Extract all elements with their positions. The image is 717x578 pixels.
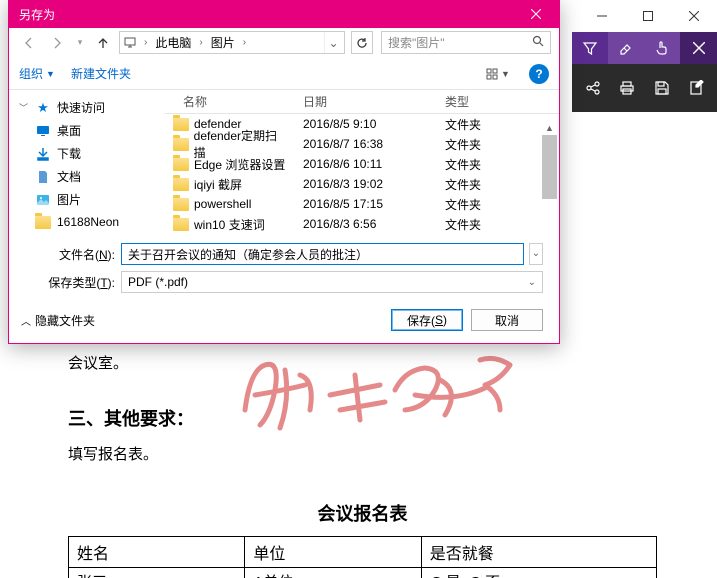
chevron-right-icon: › (195, 37, 206, 48)
chevron-down-icon: ﹀ (19, 101, 29, 114)
chevron-up-icon: ︿ (21, 313, 31, 328)
folder-icon (173, 198, 189, 211)
cell-name: 张三 (69, 568, 245, 578)
nav-history-button[interactable]: ▾ (73, 31, 87, 55)
print-icon[interactable] (610, 64, 644, 112)
save-icon[interactable] (645, 64, 679, 112)
column-header-name[interactable]: 名称 (165, 93, 295, 110)
picture-icon (35, 192, 51, 208)
breadcrumb-item[interactable]: 此电脑 (153, 34, 193, 51)
nav-tree: ﹀ ★ 快速访问 桌面 下载 文档 (9, 90, 165, 235)
search-input[interactable]: 搜索"图片" (381, 31, 551, 54)
cell-dine: 是 否 (421, 568, 656, 578)
doc-text: 会议室。 (68, 352, 657, 373)
download-icon (35, 146, 51, 162)
panel-close-button[interactable] (680, 32, 717, 64)
refresh-button[interactable] (351, 31, 373, 54)
file-row[interactable]: win10 支速词2016/8/3 6:56文件夹 (165, 214, 559, 234)
chevron-right-icon: › (239, 37, 250, 48)
nav-back-button[interactable] (17, 31, 41, 55)
breadcrumb-dropdown[interactable]: ⌄ (324, 32, 342, 53)
desktop-icon (35, 123, 51, 139)
folder-icon (173, 218, 189, 231)
search-placeholder: 搜索"图片" (388, 34, 445, 51)
view-mode-button[interactable]: ▼ (483, 68, 513, 80)
nav-forward-button[interactable] (45, 31, 69, 55)
th-dine: 是否就餐 (421, 537, 656, 568)
filter-icon[interactable] (572, 32, 608, 64)
touch-icon[interactable] (644, 32, 680, 64)
scroll-thumb[interactable] (542, 135, 557, 199)
filename-input[interactable] (121, 243, 524, 265)
folder-icon (173, 118, 189, 131)
sidebar-item-quick-access[interactable]: ﹀ ★ 快速访问 (9, 96, 165, 119)
th-name: 姓名 (69, 537, 245, 568)
file-row[interactable]: iqiyi 截屏2016/8/3 19:02文件夹 (165, 174, 559, 194)
sidebar-item-folder[interactable]: 16188Neon (9, 211, 165, 233)
file-row[interactable]: powershell2016/8/5 17:15文件夹 (165, 194, 559, 214)
filetype-label: 保存类型(T): (25, 274, 115, 291)
folder-icon (35, 214, 51, 230)
document-icon (35, 169, 51, 185)
file-row[interactable]: defender定期扫描2016/8/7 16:38文件夹 (165, 134, 559, 154)
table-title: 会议报名表 (68, 500, 657, 526)
column-header-date[interactable]: 日期 (295, 93, 437, 110)
sidebar-item-documents[interactable]: 文档 (9, 165, 165, 188)
dialog-title: 另存为 (19, 6, 55, 23)
sidebar-item-pictures[interactable]: 图片 (9, 188, 165, 211)
sidebar-item-desktop[interactable]: 桌面 (9, 119, 165, 142)
breadcrumb-item[interactable]: 图片 (209, 34, 237, 51)
file-list: 名称 日期 类型 defender2016/8/5 9:10文件夹defende… (165, 90, 559, 235)
folder-icon (173, 138, 189, 151)
column-header-type[interactable]: 类型 (437, 93, 517, 110)
filename-label: 文件名(N): (25, 246, 115, 263)
cancel-button[interactable]: 取消 (471, 309, 543, 331)
chevron-down-icon: ⌄ (528, 277, 536, 288)
minimize-button[interactable] (579, 0, 625, 32)
star-icon: ★ (35, 100, 51, 116)
eraser-icon[interactable] (608, 32, 644, 64)
new-folder-button[interactable]: 新建文件夹 (71, 65, 131, 82)
sidebar-item-downloads[interactable]: 下载 (9, 142, 165, 165)
pc-icon (122, 35, 138, 51)
save-as-dialog: 另存为 ▾ › 此电脑 › 图片 › ⌄ 搜索" (8, 0, 560, 344)
filename-dropdown[interactable]: ⌄ (529, 243, 543, 265)
filetype-combo[interactable]: PDF (*.pdf) ⌄ (121, 271, 543, 293)
nav-up-button[interactable] (91, 31, 115, 55)
edit-icon[interactable] (679, 64, 713, 112)
breadcrumb[interactable]: › 此电脑 › 图片 › ⌄ (119, 31, 345, 54)
hide-folders-toggle[interactable]: ︿ 隐藏文件夹 (21, 312, 95, 329)
file-row[interactable]: Edge 浏览器设置2016/8/6 10:11文件夹 (165, 154, 559, 174)
chevron-right-icon: › (140, 37, 151, 48)
organize-menu[interactable]: 组织 ▼ (19, 65, 55, 82)
folder-icon (173, 178, 189, 191)
doc-text: 填写报名表。 (68, 443, 657, 464)
cell-unit: A单位 (245, 568, 421, 578)
share-icon[interactable] (576, 64, 610, 112)
dialog-titlebar[interactable]: 另存为 (9, 0, 559, 28)
save-button[interactable]: 保存(S) (391, 309, 463, 331)
doc-heading: 三、其他要求： (68, 405, 657, 431)
th-unit: 单位 (245, 537, 421, 568)
app-close-button[interactable] (671, 0, 717, 32)
folder-icon (173, 158, 189, 171)
help-button[interactable]: ? (529, 64, 549, 84)
search-icon (532, 35, 544, 50)
scrollbar[interactable]: ▲ (542, 120, 557, 231)
maximize-button[interactable] (625, 0, 671, 32)
scroll-up-icon[interactable]: ▲ (542, 120, 557, 135)
form-table: 姓名 单位 是否就餐 张三 A单位 是 否 (68, 536, 657, 578)
dialog-close-button[interactable] (513, 0, 559, 28)
